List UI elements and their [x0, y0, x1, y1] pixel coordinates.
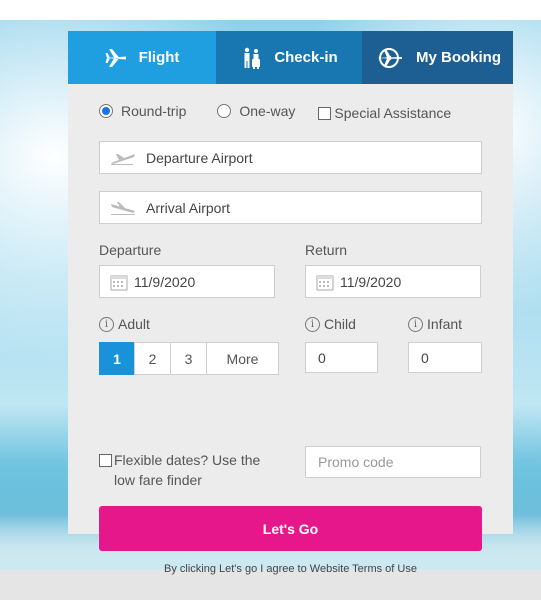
landing-icon — [110, 201, 136, 215]
infant-label-row: i Infant — [408, 316, 462, 332]
return-date-field[interactable]: 11/9/2020 — [305, 265, 481, 298]
round-trip-label: Round-trip — [121, 103, 187, 119]
special-assistance-label: Special Assistance — [334, 105, 452, 121]
info-icon[interactable]: i — [408, 316, 423, 332]
child-count-field[interactable]: 0 — [305, 342, 378, 373]
one-way-radio[interactable] — [217, 104, 232, 118]
booking-widget: Flight Check-in My Booking Round-trip On… — [68, 31, 513, 575]
departure-airport-placeholder: Departure Airport — [146, 149, 253, 166]
round-trip-radio[interactable] — [99, 104, 113, 118]
flexible-dates-checkbox[interactable] — [99, 454, 112, 467]
special-assistance-option[interactable]: Special Assistance — [318, 105, 451, 121]
tab-my-booking[interactable]: My Booking — [362, 31, 513, 84]
info-icon[interactable]: i — [99, 316, 114, 332]
calendar-icon — [316, 273, 334, 291]
return-date-label: Return — [305, 242, 348, 258]
trip-type-row: Round-trip One-way Special Assistance — [99, 103, 451, 121]
adult-option-3[interactable]: 3 — [170, 342, 207, 375]
adult-option-2[interactable]: 2 — [134, 342, 171, 375]
tab-flight[interactable]: Flight — [68, 31, 216, 84]
one-way-label: One-way — [239, 103, 296, 119]
globe-plane-icon — [374, 46, 404, 70]
special-assistance-checkbox[interactable] — [318, 106, 332, 120]
child-label-row: i Child — [305, 316, 356, 332]
tab-checkin-label: Check-in — [274, 49, 338, 66]
arrival-airport-field[interactable]: Arrival Airport — [99, 191, 482, 224]
info-icon[interactable]: i — [305, 316, 320, 332]
child-label: Child — [324, 316, 356, 332]
adult-count-selector: 1 2 3 More — [99, 342, 279, 375]
passenger-luggage-icon — [240, 47, 262, 69]
return-date-value: 11/9/2020 — [340, 273, 402, 290]
adult-label: Adult — [118, 316, 150, 332]
departure-date-field[interactable]: 11/9/2020 — [99, 265, 275, 298]
tab-bar: Flight Check-in My Booking — [68, 31, 513, 84]
one-way-option[interactable]: One-way — [217, 103, 295, 119]
departure-date-value: 11/9/2020 — [134, 273, 196, 290]
adult-label-row: i Adult — [99, 316, 150, 332]
round-trip-option[interactable]: Round-trip — [99, 103, 186, 119]
takeoff-icon — [110, 151, 136, 165]
tab-my-booking-label: My Booking — [416, 49, 501, 66]
lets-go-button[interactable]: Let's Go — [99, 506, 482, 551]
departure-airport-field[interactable]: Departure Airport — [99, 141, 482, 174]
infant-label: Infant — [427, 316, 463, 332]
tab-checkin[interactable]: Check-in — [216, 31, 362, 84]
terms-notice: By clicking Let's go I agree to Website … — [164, 563, 417, 575]
arrival-airport-placeholder: Arrival Airport — [146, 199, 231, 216]
promo-code-input[interactable]: Promo code — [305, 446, 481, 478]
adult-option-1[interactable]: 1 — [99, 342, 135, 375]
flexible-dates-label: Flexible dates? Use the low fare finder — [114, 452, 261, 488]
calendar-icon — [110, 273, 128, 291]
flexible-dates-option[interactable]: Flexible dates? Use the low fare finder — [99, 450, 284, 490]
infant-count-field[interactable]: 0 — [408, 342, 482, 373]
departure-date-label: Departure — [99, 242, 162, 258]
airplane-icon — [105, 48, 127, 68]
adult-option-more[interactable]: More — [206, 342, 279, 375]
flight-search-form: Round-trip One-way Special Assistance De… — [68, 84, 513, 575]
tab-flight-label: Flight — [138, 49, 180, 66]
